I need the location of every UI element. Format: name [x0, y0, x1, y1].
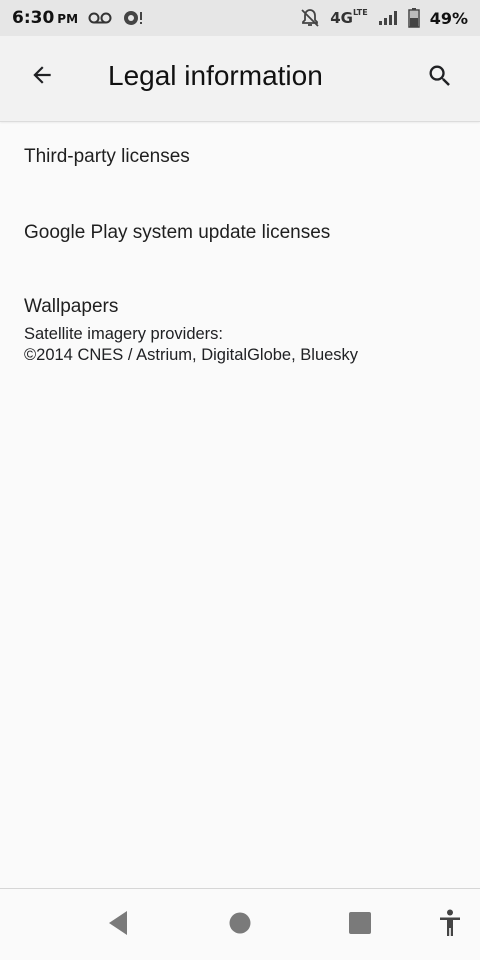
back-button[interactable]: [22, 57, 62, 97]
list-item-title: Google Play system update licenses: [24, 222, 331, 243]
nav-back-icon: [106, 910, 130, 941]
voicemail-icon: [88, 11, 112, 25]
nav-back-button[interactable]: [100, 907, 136, 943]
battery-icon: [407, 8, 420, 28]
accessibility-button[interactable]: [432, 907, 468, 943]
summary-line: ©2014 CNES / Astrium, DigitalGlobe, Blue…: [24, 346, 359, 364]
list-item-title: Third-party licenses: [24, 146, 190, 167]
search-button[interactable]: [420, 58, 460, 98]
list-item-summary: Satellite imagery providers: ©2014 CNES …: [24, 324, 480, 366]
list-item-wallpapers[interactable]: Wallpapers Satellite imagery providers: …: [0, 274, 480, 384]
status-right: 4GLTE 49%: [300, 8, 468, 28]
nav-home-icon: [228, 911, 252, 940]
list-item-google-play-system-update-licenses[interactable]: Google Play system update licenses: [0, 198, 480, 274]
signal-icon: [378, 10, 398, 26]
status-left: 6:30 PM: [12, 8, 144, 28]
nav-home-button[interactable]: [222, 907, 258, 943]
summary-line: Satellite imagery providers:: [24, 325, 223, 343]
search-icon: [426, 62, 454, 95]
list-item-third-party-licenses[interactable]: Third-party licenses: [0, 122, 480, 198]
status-time: 6:30 PM: [12, 8, 79, 28]
network-type: 4GLTE: [330, 8, 368, 27]
status-bar: 6:30 PM 4GLTE 49%: [0, 0, 480, 36]
battery-percent: 49%: [429, 8, 468, 28]
arrow-back-icon: [29, 62, 55, 93]
preference-list: Third-party licenses Google Play system …: [0, 122, 480, 384]
notifications-off-icon: [300, 8, 320, 28]
sync-alert-icon: [122, 9, 144, 27]
accessibility-icon: [438, 909, 462, 942]
app-bar: Legal information: [0, 36, 480, 122]
list-item-title: Wallpapers: [24, 296, 119, 317]
nav-recents-button[interactable]: [342, 907, 378, 943]
nav-recents-icon: [348, 911, 372, 940]
page-title: Legal information: [108, 60, 323, 91]
navigation-bar: [0, 888, 480, 960]
